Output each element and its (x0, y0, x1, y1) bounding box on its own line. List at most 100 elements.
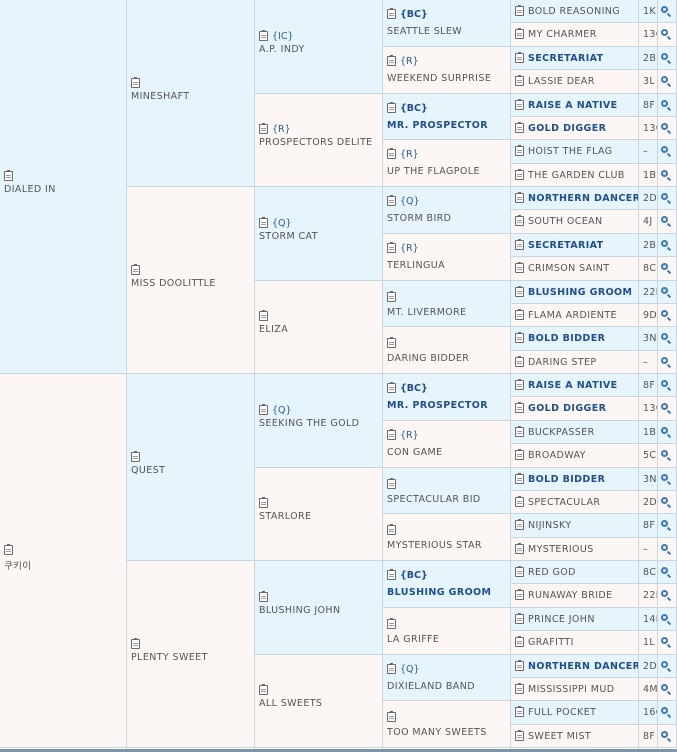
horse-name[interactable]: DIXIELAND BAND (387, 681, 475, 692)
horse-name[interactable]: RAISE A NATIVE (528, 100, 618, 111)
horse-name[interactable]: SOUTH OCEAN (528, 216, 603, 227)
clipboard-icon[interactable] (515, 238, 524, 250)
horse-name[interactable]: SEEKING THE GOLD (259, 418, 359, 429)
horse-name[interactable]: PROSPECTORS DELITE (259, 137, 373, 148)
search-icon[interactable] (661, 496, 668, 504)
horse-name[interactable]: MR. PROSPECTOR (387, 400, 488, 411)
horse-name[interactable]: BOLD REASONING (528, 6, 620, 17)
horse-name[interactable]: SECRETARIAT (528, 240, 604, 251)
horse-name[interactable]: CON GAME (387, 447, 443, 458)
search-icon[interactable] (661, 426, 668, 434)
horse-name[interactable]: FLAMA ARDIENTE (528, 310, 617, 321)
horse-name[interactable]: RED GOD (528, 567, 576, 578)
search-icon[interactable] (661, 543, 668, 551)
clipboard-icon[interactable] (4, 170, 13, 181)
search-icon[interactable] (661, 660, 668, 668)
search-icon[interactable] (661, 146, 668, 154)
search-icon[interactable] (661, 216, 668, 224)
horse-name[interactable]: BLUSHING JOHN (259, 605, 340, 616)
clipboard-icon[interactable] (131, 637, 140, 649)
horse-name[interactable]: MYSTERIOUS STAR (387, 540, 482, 551)
clipboard-icon[interactable] (515, 215, 524, 227)
horse-name[interactable]: PRINCE JOHN (528, 614, 595, 625)
clipboard-icon[interactable] (515, 682, 524, 694)
clipboard-icon[interactable] (387, 569, 396, 580)
horse-name[interactable]: LASSIE DEAR (528, 76, 595, 87)
horse-name[interactable]: HOIST THE FLAG (528, 146, 613, 157)
search-icon[interactable] (661, 309, 668, 317)
search-icon[interactable] (661, 239, 668, 247)
clipboard-icon[interactable] (387, 54, 396, 66)
clipboard-icon[interactable] (387, 477, 396, 489)
clipboard-icon[interactable] (515, 472, 524, 484)
clipboard-icon[interactable] (387, 337, 396, 349)
horse-name[interactable]: BOLD BIDDER (528, 474, 605, 485)
clipboard-icon[interactable] (515, 75, 524, 87)
clipboard-icon[interactable] (515, 402, 524, 414)
horse-name[interactable]: DARING STEP (528, 357, 597, 368)
clipboard-icon[interactable] (387, 148, 396, 160)
clipboard-icon[interactable] (515, 145, 524, 157)
horse-name[interactable]: SPECTACULAR BID (387, 494, 481, 505)
search-icon[interactable] (661, 520, 668, 528)
clipboard-icon[interactable] (259, 497, 268, 509)
clipboard-icon[interactable] (515, 285, 524, 297)
clipboard-icon[interactable] (387, 195, 396, 206)
horse-name[interactable]: DARING BIDDER (387, 353, 469, 364)
horse-name[interactable]: BLUSHING GROOM (387, 587, 491, 598)
horse-name[interactable]: MY CHARMER (528, 29, 597, 40)
horse-name[interactable]: MINESHAFT (131, 91, 189, 102)
search-icon[interactable] (661, 6, 668, 13)
horse-name[interactable]: RUNAWAY BRIDE (528, 590, 613, 601)
clipboard-icon[interactable] (515, 355, 524, 367)
search-icon[interactable] (661, 613, 668, 621)
horse-name[interactable]: PLENTY SWEET (131, 652, 208, 663)
clipboard-icon[interactable] (515, 28, 524, 40)
clipboard-icon[interactable] (515, 449, 524, 461)
search-icon[interactable] (661, 193, 668, 200)
clipboard-icon[interactable] (259, 216, 268, 228)
search-icon[interactable] (661, 76, 668, 84)
clipboard-icon[interactable] (515, 51, 524, 63)
clipboard-icon[interactable] (515, 98, 524, 110)
clipboard-icon[interactable] (515, 612, 524, 624)
horse-name[interactable]: RAISE A NATIVE (528, 380, 618, 391)
clipboard-icon[interactable] (387, 382, 396, 393)
clipboard-icon[interactable] (515, 542, 524, 554)
horse-name[interactable]: ELIZA (259, 324, 288, 335)
search-icon[interactable] (661, 403, 668, 411)
clipboard-icon[interactable] (515, 5, 524, 16)
search-icon[interactable] (661, 567, 668, 574)
clipboard-icon[interactable] (515, 519, 524, 531)
horse-name[interactable]: STORM CAT (259, 231, 318, 242)
horse-name[interactable]: MR. PROSPECTOR (387, 120, 488, 131)
search-icon[interactable] (661, 380, 668, 387)
clipboard-icon[interactable] (515, 636, 524, 648)
clipboard-icon[interactable] (259, 684, 268, 696)
clipboard-icon[interactable] (131, 450, 140, 462)
horse-name[interactable]: NIJINSKY (528, 520, 572, 531)
clipboard-icon[interactable] (259, 123, 268, 135)
search-icon[interactable] (661, 707, 668, 715)
search-icon[interactable] (661, 356, 668, 364)
horse-name[interactable]: BLUSHING GROOM (528, 287, 632, 298)
clipboard-icon[interactable] (131, 76, 140, 88)
horse-name[interactable]: MT. LIVERMORE (387, 307, 467, 318)
search-icon[interactable] (661, 99, 668, 107)
clipboard-icon[interactable] (515, 729, 524, 741)
clipboard-icon[interactable] (387, 8, 396, 19)
search-icon[interactable] (661, 590, 668, 598)
search-icon[interactable] (661, 473, 668, 481)
horse-name[interactable]: MISS DOOLITTLE (131, 278, 216, 289)
clipboard-icon[interactable] (259, 403, 268, 415)
search-icon[interactable] (661, 263, 668, 271)
horse-name[interactable]: GRAFITTI (528, 637, 574, 648)
clipboard-icon[interactable] (387, 428, 396, 440)
horse-name[interactable]: BOLD BIDDER (528, 333, 605, 344)
horse-name[interactable]: STARLORE (259, 511, 311, 522)
search-icon[interactable] (661, 683, 668, 691)
search-icon[interactable] (661, 122, 668, 130)
search-icon[interactable] (661, 637, 668, 645)
clipboard-icon[interactable] (387, 241, 396, 253)
clipboard-icon[interactable] (515, 706, 524, 718)
